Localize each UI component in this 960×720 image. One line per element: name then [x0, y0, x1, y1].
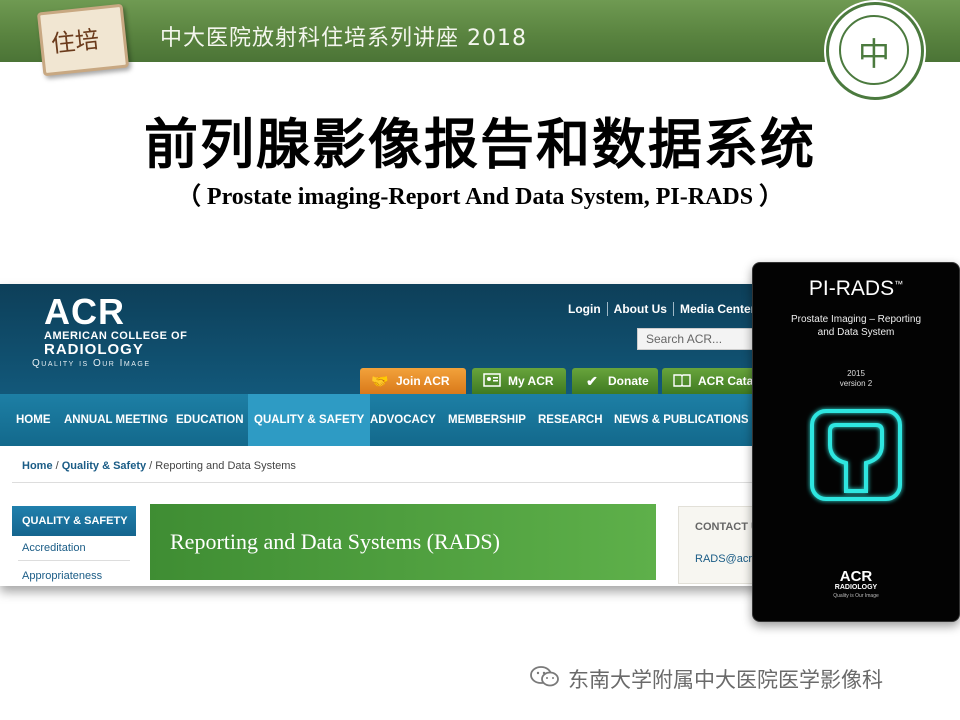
divider	[18, 560, 130, 561]
login-link[interactable]: Login	[562, 302, 608, 316]
handshake-icon: 🤝	[371, 372, 389, 389]
acr-header: ACR AMERICAN COLLEGE OF RADIOLOGY Qualit…	[0, 284, 780, 394]
checkmark-icon: ✔	[586, 372, 598, 389]
nav-annual-meeting[interactable]: ANNUAL MEETING	[64, 394, 168, 446]
banner-title: 中大医院放射科住培系列讲座 2018	[160, 26, 527, 51]
watermark-text: 东南大学附属中大医院医学影像科	[568, 668, 883, 692]
rads-banner: Reporting and Data Systems (RADS)	[150, 504, 656, 580]
join-acr-button[interactable]: 🤝 Join ACR	[360, 368, 466, 394]
nav-quality-safety[interactable]: QUALITY & SAFETY	[248, 394, 371, 446]
hospital-seal-logo: 中	[826, 2, 924, 100]
breadcrumb-separator: /	[55, 460, 59, 472]
watermark: 东南大学附属中大医院医学影像科	[530, 664, 883, 694]
nav-research[interactable]: RESEARCH	[538, 394, 603, 446]
card-version: version 2	[839, 379, 873, 388]
tag-badge: 住培	[36, 3, 130, 77]
acr-logo-acronym: ACR	[44, 291, 125, 332]
breadcrumb-section[interactable]: Quality & Safety	[62, 460, 146, 472]
breadcrumb-separator: /	[149, 460, 153, 472]
donate-button[interactable]: ✔ Donate	[572, 368, 658, 394]
slide-subtitle: （ Prostate imaging-Report And Data Syste…	[176, 184, 784, 210]
breadcrumb-current: Reporting and Data Systems	[155, 460, 296, 472]
rads-page-title: Reporting and Data Systems (RADS)	[170, 529, 500, 554]
top-banner: 住培 中大医院放射科住培系列讲座 2018	[0, 0, 960, 77]
card-subtitle-line2: and Data System	[817, 327, 895, 338]
sidebar-heading[interactable]: QUALITY & SAFETY	[12, 506, 136, 536]
card-subtitle-line1: Prostate Imaging – Reporting	[790, 314, 922, 325]
nav-home[interactable]: HOME	[16, 394, 51, 446]
book-icon	[672, 373, 692, 390]
card-logo-acronym: ACR	[839, 568, 873, 585]
sidebar-item-appropriateness[interactable]: Appropriateness	[22, 570, 102, 582]
pi-rads-card: PI-RADS™ Prostate Imaging – Reporting an…	[752, 262, 960, 622]
my-acr-button[interactable]: My ACR	[472, 368, 566, 394]
divider	[12, 482, 772, 483]
card-year: 2015	[847, 369, 865, 378]
nav-advocacy[interactable]: ADVOCACY	[370, 394, 436, 446]
media-center-link[interactable]: Media Center	[674, 302, 763, 316]
card-acr-logo: ACR RADIOLOGY Quality is Our Image	[753, 569, 959, 600]
seal-inner-ring: 中	[839, 15, 909, 85]
donate-label: Donate	[608, 374, 649, 388]
acr-website-screenshot: ACR AMERICAN COLLEGE OF RADIOLOGY Qualit…	[0, 284, 780, 586]
acr-catalog-label: ACR Cata	[698, 374, 754, 388]
nav-education[interactable]: EDUCATION	[176, 394, 244, 446]
id-card-icon	[482, 372, 502, 390]
contact-email-link[interactable]: RADS@acr	[695, 553, 752, 565]
acr-tagline: Quality is Our Image	[32, 358, 151, 369]
nav-news-publications[interactable]: NEWS & PUBLICATIONS	[614, 394, 749, 446]
about-us-link[interactable]: About Us	[608, 302, 674, 316]
acr-logo[interactable]: ACR AMERICAN COLLEGE OF RADIOLOGY	[44, 294, 187, 358]
card-edition: 2015 version 2	[753, 369, 959, 389]
wechat-icon	[530, 665, 560, 694]
card-title-text: PI-RADS	[808, 277, 895, 300]
join-acr-label: Join ACR	[396, 374, 450, 388]
contact-label: CONTACT U	[695, 521, 759, 533]
acr-logo-line2: RADIOLOGY	[44, 341, 144, 358]
breadcrumb-home[interactable]: Home	[22, 460, 53, 472]
top-links: Login About Us Media Center	[562, 302, 763, 316]
prostate-outline-icon	[806, 405, 906, 509]
card-logo-name: RADIOLOGY	[834, 584, 878, 591]
seal-character: 中	[857, 35, 890, 73]
card-title: PI-RADS™	[753, 277, 959, 301]
tag-text: 住培	[49, 25, 101, 59]
my-acr-label: My ACR	[508, 374, 554, 388]
nav-membership[interactable]: MEMBERSHIP	[448, 394, 526, 446]
main-nav: HOME ANNUAL MEETING EDUCATION QUALITY & …	[0, 394, 780, 446]
breadcrumb: Home / Quality & Safety / Reporting and …	[22, 460, 296, 472]
card-logo-tagline: Quality is Our Image	[833, 593, 879, 599]
slide-title: 前列腺影像报告和数据系统	[144, 113, 816, 176]
trademark-symbol: ™	[894, 279, 904, 289]
card-subtitle: Prostate Imaging – Reporting and Data Sy…	[753, 313, 959, 339]
sidebar-item-accreditation[interactable]: Accreditation	[22, 542, 86, 554]
